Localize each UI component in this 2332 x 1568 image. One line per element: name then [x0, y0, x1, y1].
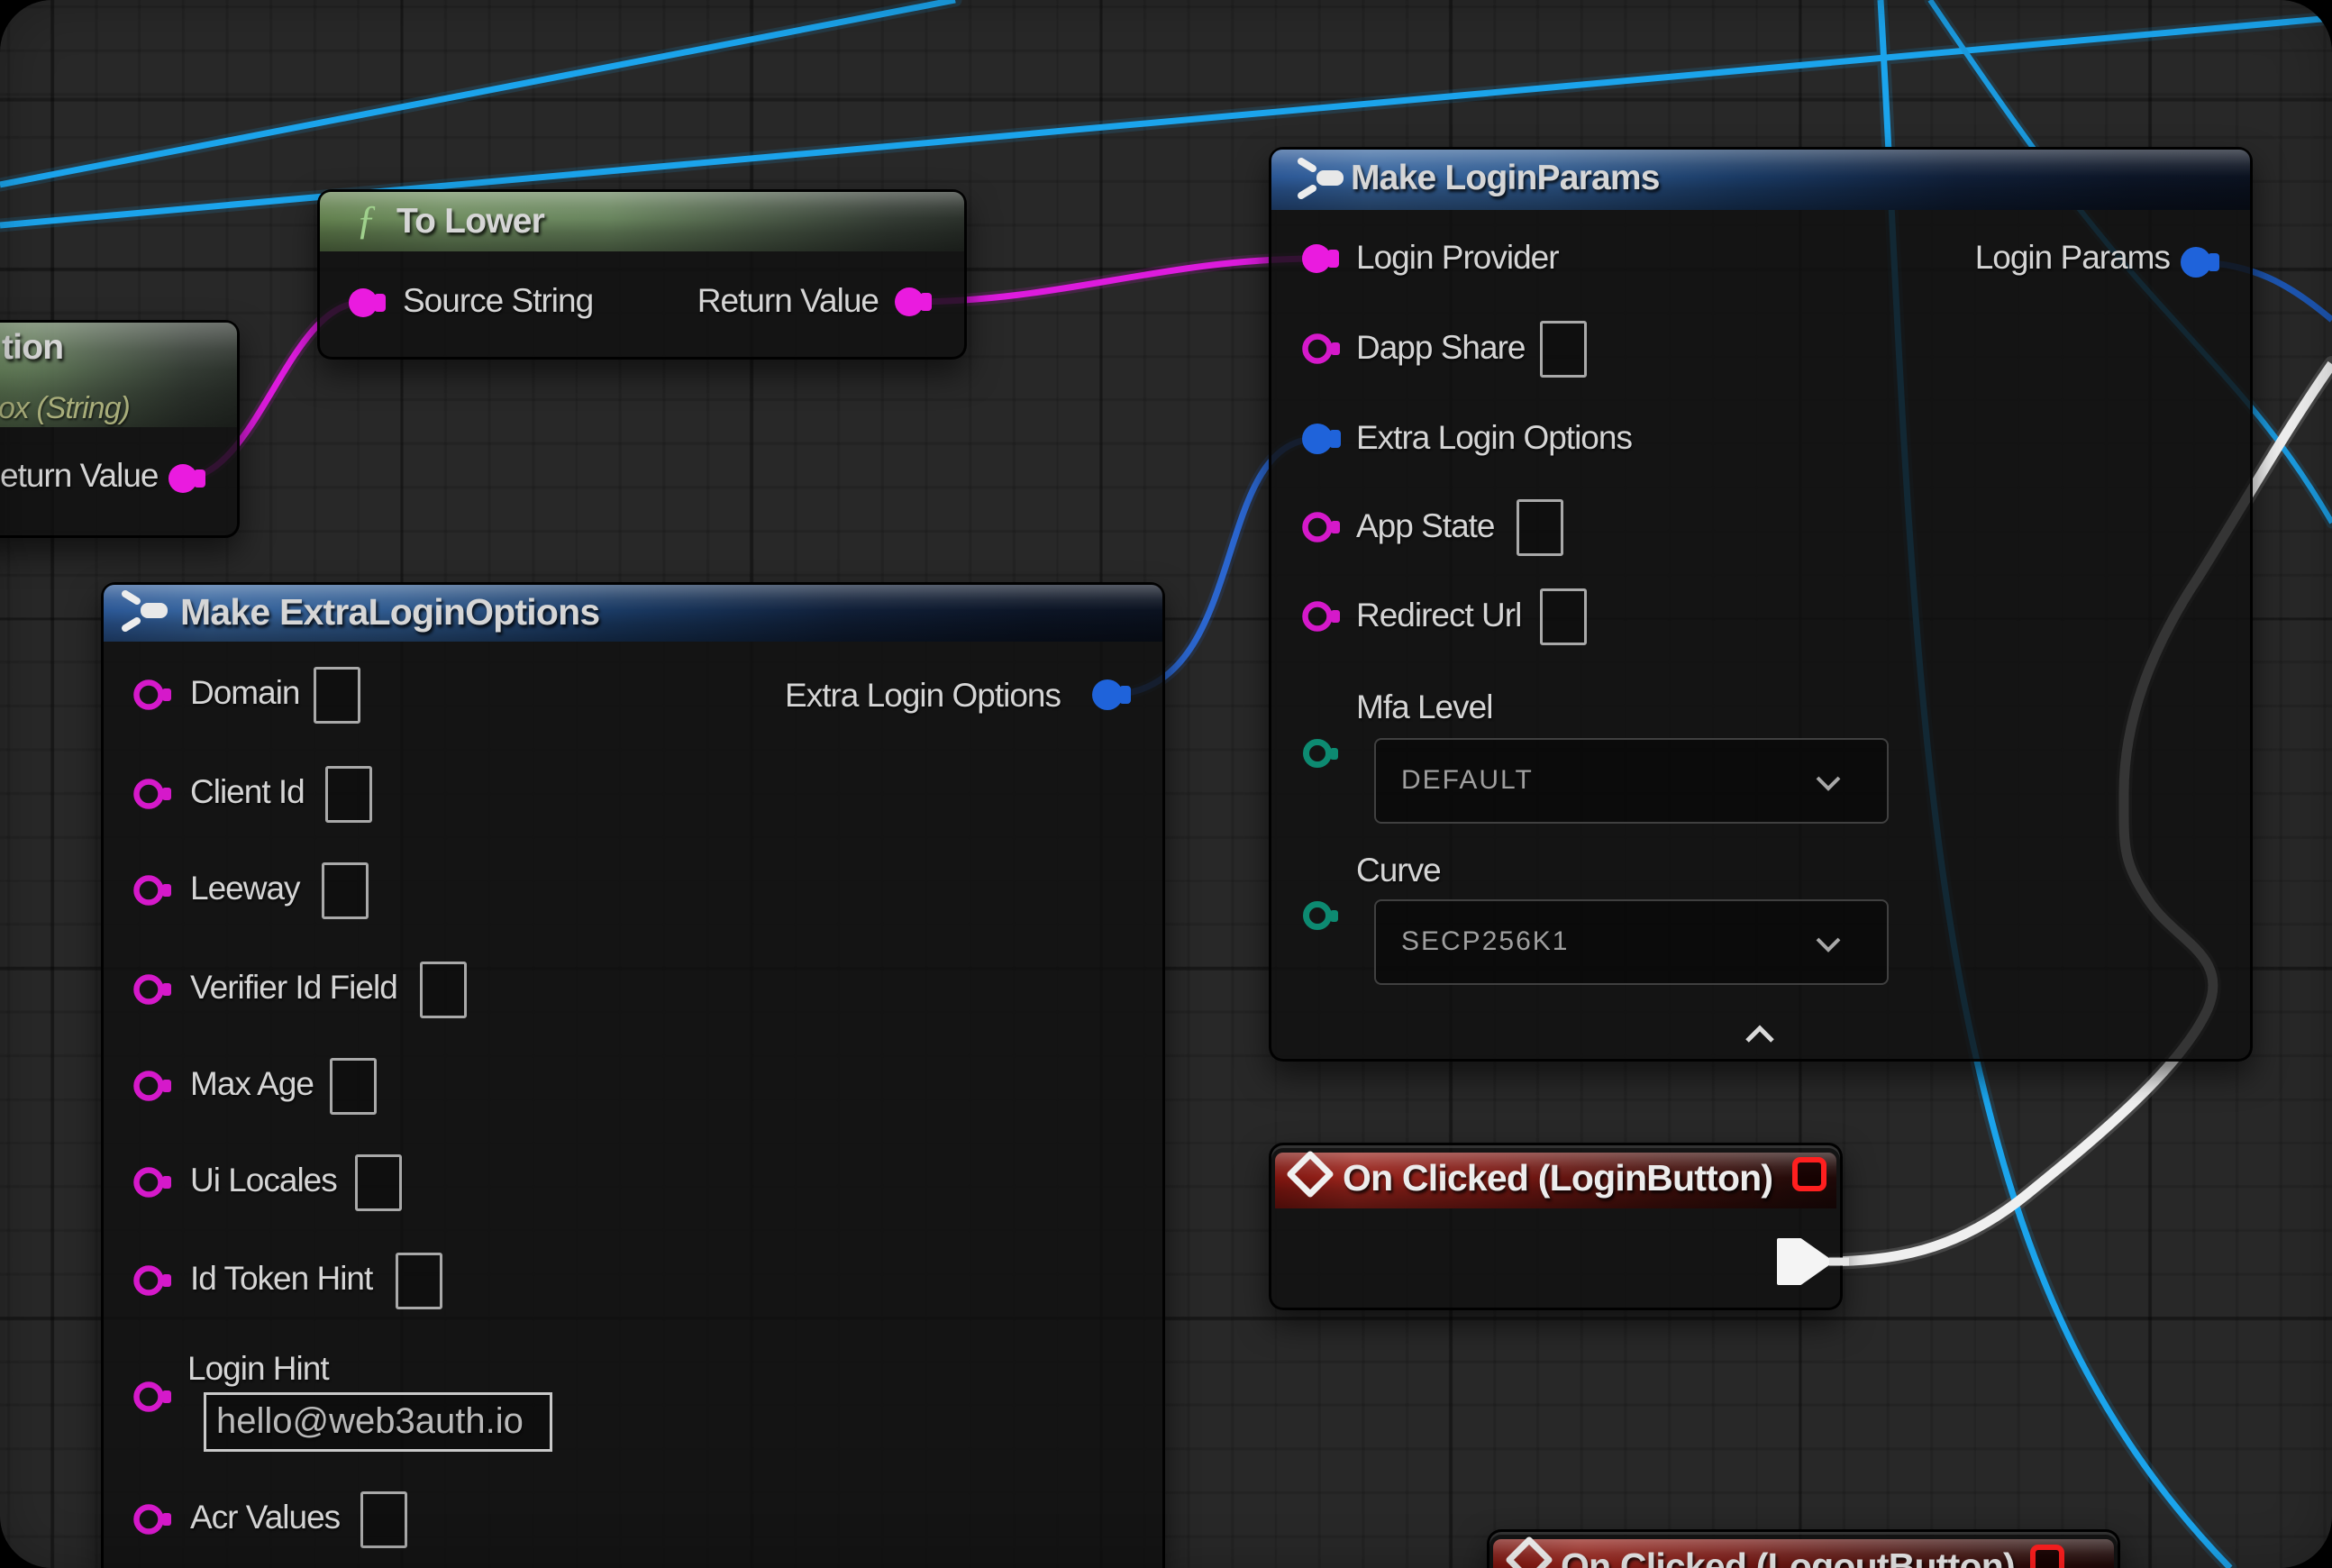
svg-text:ƒ: ƒ — [356, 196, 377, 242]
